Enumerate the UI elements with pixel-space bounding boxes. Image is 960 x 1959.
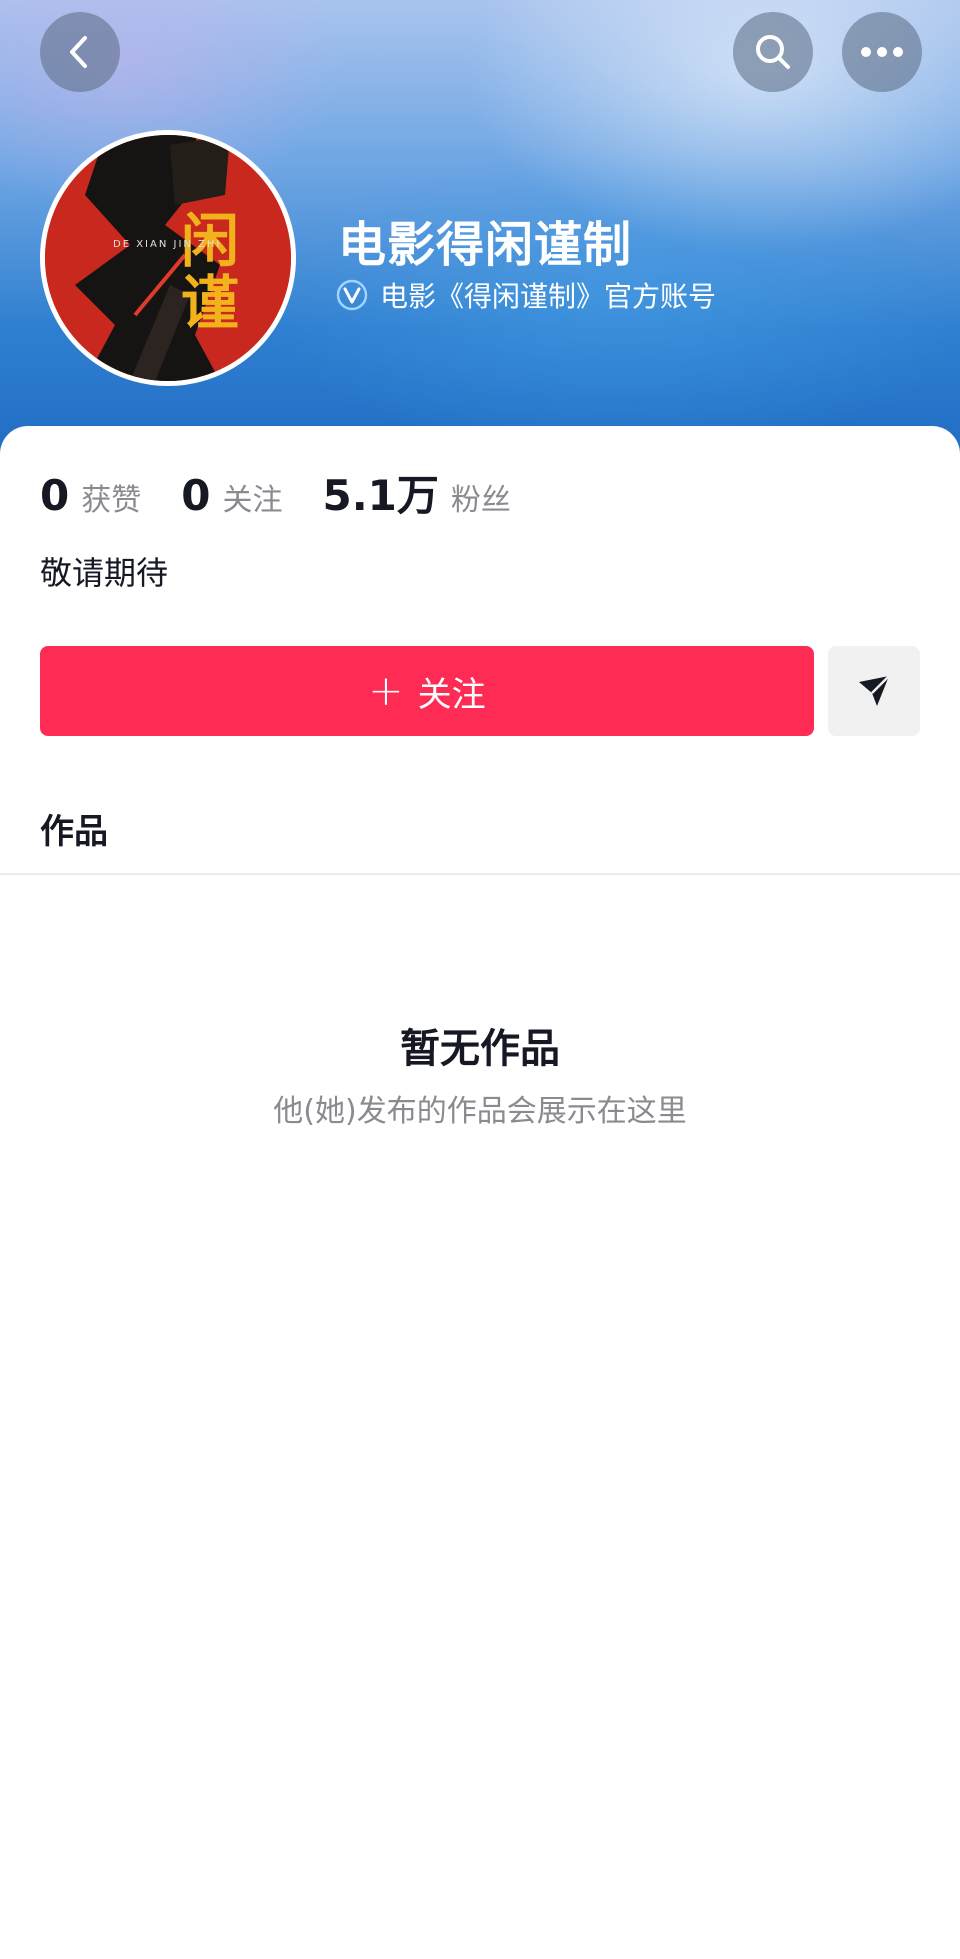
empty-state-title: 暂无作品: [400, 1026, 560, 1072]
chevron-left-icon: [70, 36, 87, 68]
stat-following-label: 关注: [222, 483, 283, 518]
stat-followers-label: 粉丝: [450, 483, 511, 518]
avatar[interactable]: 闲谨 DE XIAN JIN ZHI: [40, 130, 296, 386]
follow-button-label: 关注: [417, 674, 486, 715]
stat-followers-count: 5.1万: [322, 471, 439, 520]
verification-row: 电影《得闲谨制》官方账号: [336, 275, 716, 315]
stat-likes[interactable]: 0 获赞: [40, 471, 141, 520]
stat-likes-count: 0: [40, 471, 70, 520]
stat-likes-label: 获赞: [81, 483, 142, 518]
message-button[interactable]: [828, 646, 920, 736]
profile-bio: 敬请期待: [40, 554, 169, 592]
stats-row: 0 获赞 0 关注 5.1万 粉丝: [40, 462, 551, 522]
avatar-subtitle-text: DE XIAN JIN ZHI: [113, 239, 221, 250]
avatar-poster-image: 闲谨 DE XIAN JIN ZHI: [45, 135, 291, 381]
search-icon: [756, 35, 790, 69]
back-button[interactable]: [40, 12, 120, 92]
empty-state-subtitle: 他(她)发布的作品会展示在这里: [273, 1094, 687, 1129]
profile-page: 闲谨 DE XIAN JIN ZHI 电影得闲谨制 电影《得闲谨制》官方账号 0…: [0, 0, 960, 1959]
profile-banner: 闲谨 DE XIAN JIN ZHI 电影得闲谨制 电影《得闲谨制》官方账号: [0, 0, 960, 470]
stat-followers[interactable]: 5.1万 粉丝: [322, 462, 510, 523]
stat-following[interactable]: 0 关注: [181, 471, 282, 520]
verification-text: 电影《得闲谨制》官方账号: [380, 280, 717, 313]
tab-works[interactable]: 作品: [40, 804, 108, 853]
stat-following-count: 0: [181, 471, 211, 520]
profile-content-card: 0 获赞 0 关注 5.1万 粉丝 敬请期待 + 关注 作品 暂无作品 他(她)…: [0, 426, 960, 1959]
tab-divider: [0, 873, 960, 875]
send-icon: [859, 675, 890, 706]
verified-badge-icon: [336, 279, 368, 311]
search-button[interactable]: [733, 12, 813, 92]
more-horizontal-icon: [861, 47, 903, 57]
profile-name: 电影得闲谨制: [338, 217, 633, 273]
more-button[interactable]: [842, 12, 922, 92]
avatar-title-text: 闲谨: [171, 210, 239, 334]
plus-icon: +: [368, 666, 404, 715]
follow-button[interactable]: + 关注: [40, 646, 814, 736]
